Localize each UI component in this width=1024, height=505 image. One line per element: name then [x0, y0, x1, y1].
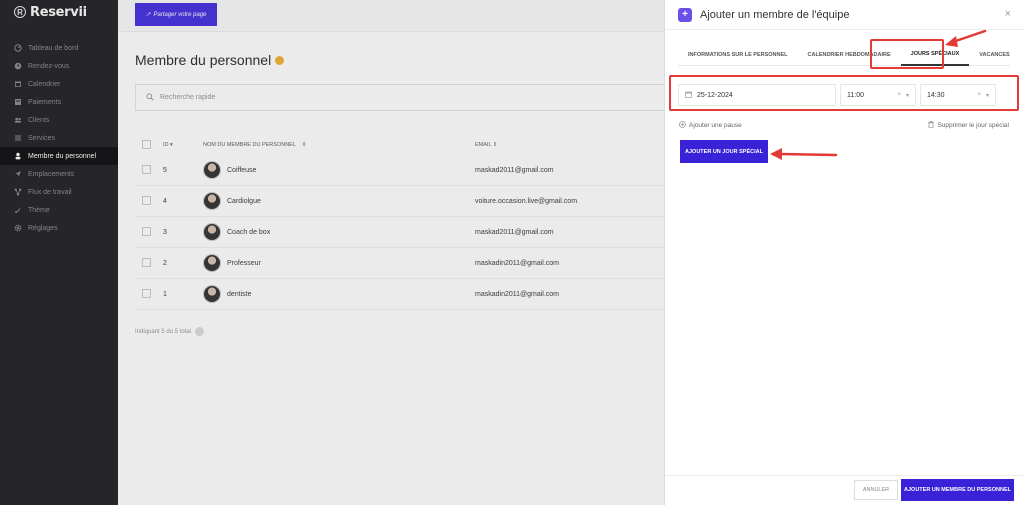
modal-backdrop[interactable]	[0, 0, 664, 505]
add-pause-link[interactable]: Ajouter une pause	[679, 121, 742, 130]
annotation-box-special-day-row	[669, 75, 1019, 111]
drawer-header: + Ajouter un membre de l'équipe	[665, 0, 1024, 30]
delete-special-day-link[interactable]: Supprimer le jour spécial	[928, 121, 1009, 130]
drawer-title: Ajouter un membre de l'équipe	[700, 8, 850, 21]
plus-circle-icon	[679, 121, 686, 130]
cancel-button[interactable]: ANNULER	[854, 480, 898, 500]
delete-special-day-label: Supprimer le jour spécial	[937, 122, 1009, 129]
drawer-footer: ANNULER AJOUTER UN MEMBRE DU PERSONNEL	[665, 475, 1024, 505]
add-pause-label: Ajouter une pause	[689, 122, 742, 129]
pause-row: Ajouter une pause Supprimer le jour spéc…	[679, 121, 1009, 130]
tab-vacations[interactable]: VACANCES	[969, 44, 1019, 66]
close-icon[interactable]: ×	[1005, 8, 1011, 20]
trash-icon	[928, 121, 935, 130]
drawer-tabs: INFORMATIONS SUR LE PERSONNEL CALENDRIER…	[678, 44, 1010, 66]
plus-icon: +	[678, 7, 692, 22]
annotation-box-special-days-tab	[870, 39, 944, 69]
tab-staff-info[interactable]: INFORMATIONS SUR LE PERSONNEL	[678, 44, 798, 66]
add-special-day-button[interactable]: AJOUTER UN JOUR SPÉCIAL	[680, 140, 768, 163]
add-staff-submit-button[interactable]: AJOUTER UN MEMBRE DU PERSONNEL	[901, 479, 1014, 501]
